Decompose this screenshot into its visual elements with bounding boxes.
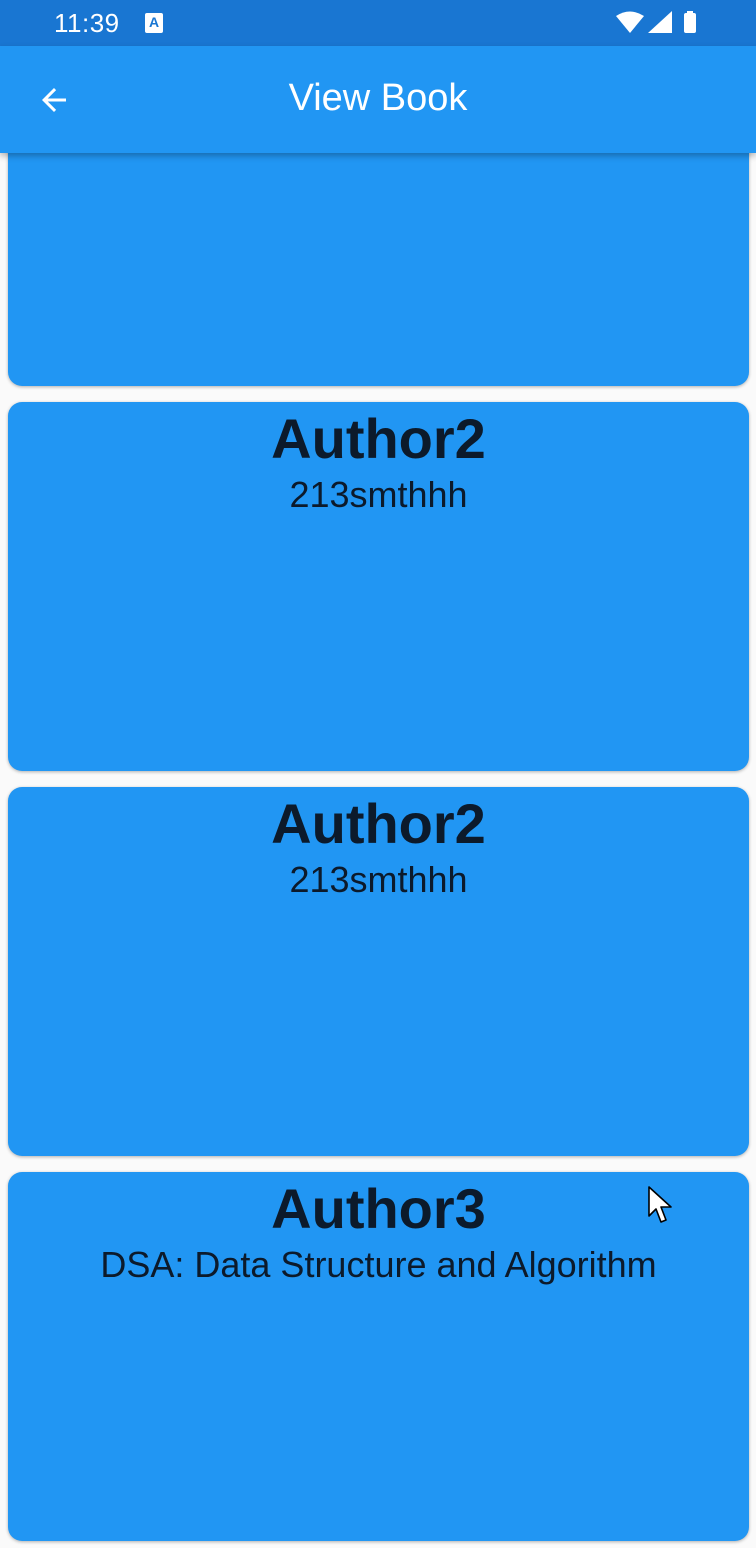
book-card[interactable]: Author2 213smthhh bbox=[8, 787, 749, 1156]
book-card[interactable] bbox=[8, 153, 749, 386]
card-book-title: 213smthhh bbox=[289, 474, 468, 515]
page-title: View Book bbox=[288, 77, 468, 119]
card-book-title: DSA: Data Structure and Algorithm bbox=[100, 1244, 657, 1285]
card-book-title: 213smthhh bbox=[289, 859, 468, 900]
mouse-cursor-icon bbox=[648, 1186, 672, 1223]
status-time: 11:39 bbox=[54, 8, 120, 38]
book-card[interactable]: Author2 213smthhh bbox=[8, 402, 749, 771]
card-author: Author3 bbox=[271, 1177, 486, 1240]
card-author: Author2 bbox=[271, 407, 486, 470]
book-card[interactable]: Author3 DSA: Data Structure and Algorith… bbox=[8, 1172, 749, 1541]
battery-icon bbox=[684, 11, 696, 33]
cell-signal-icon bbox=[648, 11, 672, 33]
status-bar: 11:39 A bbox=[0, 0, 756, 46]
book-list[interactable]: Author2 213smthhh Author2 213smthhh Auth… bbox=[0, 153, 756, 1548]
app-bar: View Book bbox=[0, 46, 756, 153]
status-icons bbox=[616, 11, 696, 33]
wifi-icon bbox=[616, 11, 644, 33]
notification-icon: A bbox=[145, 13, 163, 33]
card-author: Author2 bbox=[271, 792, 486, 855]
